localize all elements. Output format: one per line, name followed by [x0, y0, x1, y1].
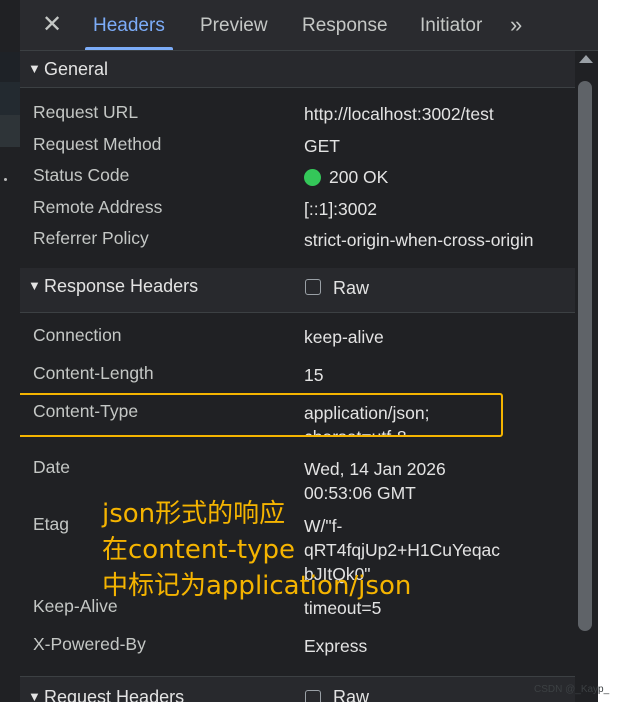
left-panel-strip [0, 0, 20, 702]
header-value: 15 [304, 365, 324, 385]
header-value: strict-origin-when-cross-origin [304, 230, 534, 250]
annotation-text: json形式的响应 在content-type 中标记为application/… [102, 496, 432, 604]
status-code-value: 200 OK [304, 165, 574, 189]
header-value: Express [304, 636, 368, 656]
raw-label[interactable]: Raw [333, 677, 369, 702]
page-margin [598, 0, 618, 702]
header-key: Date [33, 457, 70, 477]
left-strip-selected-band [0, 115, 20, 147]
header-value: GET [304, 136, 340, 156]
expand-triangle-icon: ▼ [28, 278, 41, 293]
annotation-line: json形式的响应 [102, 499, 286, 529]
left-strip-band [0, 52, 20, 82]
tab-headers[interactable]: Headers [85, 0, 173, 50]
tab-preview[interactable]: Preview [200, 0, 268, 48]
section-title: Request Headers [44, 687, 185, 702]
scroll-up-arrow-icon[interactable] [579, 55, 593, 63]
tab-bar: ✕ Headers Preview Response Initiator » [20, 0, 598, 51]
close-icon[interactable]: ✕ [40, 11, 64, 39]
expand-triangle-icon: ▼ [28, 61, 41, 76]
header-key: Request Method [33, 134, 162, 154]
value-line: Wed, 14 Jan 2026 [304, 459, 446, 479]
raw-label[interactable]: Raw [333, 270, 369, 306]
status-ok-dot-icon [304, 169, 321, 186]
scrollbar-thumb[interactable] [578, 81, 592, 631]
annotation-line: 中标记为application/json [102, 571, 412, 601]
tab-initiator[interactable]: Initiator [420, 0, 482, 48]
raw-checkbox[interactable] [305, 690, 321, 702]
left-strip-band [0, 82, 20, 181]
header-key: X-Powered-By [33, 634, 146, 654]
raw-checkbox[interactable] [305, 279, 321, 295]
header-key: Connection [33, 325, 122, 345]
section-title: Response Headers [44, 276, 199, 296]
scrollbar[interactable] [575, 51, 598, 702]
tab-response[interactable]: Response [302, 0, 388, 48]
section-response-headers-header[interactable]: ▼ Response Headers Raw [20, 268, 575, 313]
request-url-value[interactable]: http://localhost:3002/test [304, 102, 574, 126]
section-general-header[interactable]: ▼ General [20, 51, 575, 88]
header-key: Status Code [33, 165, 130, 185]
more-tabs-chevron-icon[interactable]: » [510, 11, 534, 39]
header-key: Etag [33, 514, 69, 534]
watermark: CSDN @_Kayp_ [534, 684, 610, 695]
status-text: 200 OK [329, 167, 389, 187]
header-key: Remote Address [33, 197, 163, 217]
section-request-headers-header[interactable]: ▼ Request Headers Raw [20, 676, 575, 702]
annotation-line: 在content-type [102, 535, 296, 565]
content-type-highlight-box [20, 393, 503, 437]
header-key: Request URL [33, 102, 139, 122]
expand-triangle-icon: ▼ [28, 689, 41, 702]
left-strip-dot [4, 178, 7, 181]
header-value: keep-alive [304, 327, 384, 347]
header-key: Content-Length [33, 363, 154, 383]
header-value: [::1]:3002 [304, 199, 377, 219]
header-key: Referrer Policy [33, 228, 149, 248]
section-title: General [44, 59, 109, 79]
